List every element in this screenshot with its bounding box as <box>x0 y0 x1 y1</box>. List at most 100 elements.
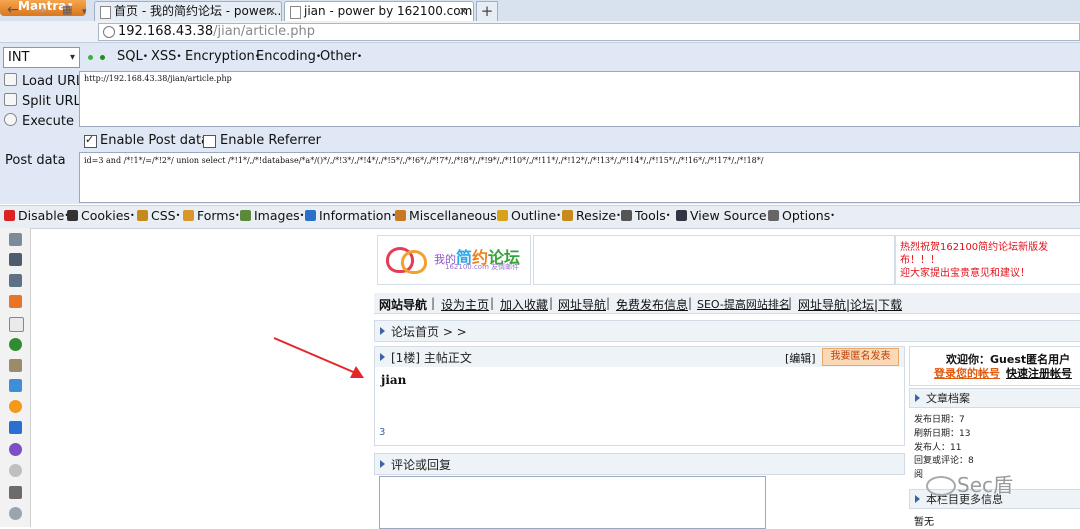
devtool-tools[interactable]: Tools• <box>621 209 671 223</box>
back-icon[interactable]: ← <box>7 2 19 18</box>
post-data-textarea[interactable]: id=3 and /*!1*/=/*!2*/ union select /*!1… <box>79 152 1080 203</box>
rss-icon[interactable] <box>9 295 22 308</box>
enable-post-checkbox[interactable] <box>84 133 97 148</box>
new-tab-button[interactable]: + <box>476 1 498 21</box>
devtool-images[interactable]: Images• <box>240 209 304 223</box>
devtool-resize[interactable]: Resize• <box>562 209 621 223</box>
archive-item: 阅 <box>914 470 924 480</box>
watermark: Sec盾 <box>957 473 1013 497</box>
close-icon[interactable]: ✕ <box>459 2 468 21</box>
nav-url-guide[interactable]: 网址导航 <box>558 296 606 313</box>
menu-encoding[interactable]: Encoding• <box>256 49 321 65</box>
tab-home[interactable]: 首页 - 我的简约论坛 - power... ✕ <box>94 1 282 22</box>
dropdown-caret-icon: • <box>299 211 305 220</box>
tab-article[interactable]: jian - power by 162100.com ✕ <box>284 1 474 22</box>
devtool-cookies[interactable]: Cookies• <box>67 209 135 223</box>
status-dot-icon <box>88 55 93 60</box>
devtool-label: Information <box>319 208 392 223</box>
menu-sql[interactable]: SQL• <box>117 49 148 65</box>
menu-xss[interactable]: XSS• <box>151 49 182 65</box>
breadcrumb-text[interactable]: 论坛首页 > > <box>391 323 467 340</box>
devtool-miscellaneous[interactable]: Miscellaneous• <box>395 209 501 223</box>
url-bar[interactable]: 192.168.43.38/jian/article.php <box>98 23 1080 41</box>
nav-set-home[interactable]: 设为主页 <box>441 296 489 313</box>
link-icon[interactable] <box>9 359 22 372</box>
devtool-options[interactable]: Options• <box>768 209 835 223</box>
devtool-disable[interactable]: Disable• <box>4 209 69 223</box>
archive-item: 回复或评论：8 <box>914 456 974 466</box>
wechat-icon <box>926 476 956 496</box>
archive-title: 文章档案 <box>926 392 970 405</box>
forward-icon[interactable]: → <box>34 2 46 18</box>
page-icon <box>100 6 111 19</box>
login-link[interactable]: 登录您的帐号 <box>934 365 1000 381</box>
triangle-bullet-icon <box>380 353 385 361</box>
devtool-information[interactable]: Information• <box>305 209 396 223</box>
nav-add-favorite[interactable]: 加入收藏 <box>500 296 548 313</box>
disable-icon <box>4 210 15 221</box>
devtool-view-source[interactable]: View Source• <box>676 209 771 223</box>
info-icon[interactable] <box>9 317 24 332</box>
bulb-icon[interactable] <box>9 507 22 520</box>
filter-icon[interactable] <box>9 379 22 392</box>
post-data-label: Post data <box>5 153 66 168</box>
archive-item: 刷新日期：13 <box>914 429 971 439</box>
url-textarea[interactable]: http://192.168.43.38/jian/article.php <box>79 71 1080 127</box>
gear-icon[interactable] <box>9 443 22 456</box>
more-info-empty: 暂无 <box>914 517 934 528</box>
options-icon <box>768 210 779 221</box>
nav-separator: | <box>549 296 554 310</box>
devtool-css[interactable]: CSS• <box>137 209 180 223</box>
miscellaneous-icon <box>395 210 406 221</box>
type-select-value: INT <box>8 50 30 65</box>
devtool-forms[interactable]: Forms• <box>183 209 240 223</box>
globe-icon[interactable] <box>9 338 22 351</box>
nav-url-forum-download[interactable]: 网址导航|论坛|下载 <box>798 296 902 313</box>
chevron-down-icon[interactable]: ▾ <box>82 4 87 20</box>
view-source-icon <box>676 210 687 221</box>
user-icon[interactable] <box>9 421 22 434</box>
forms-icon <box>183 210 194 221</box>
dropdown-caret-icon: • <box>175 211 181 220</box>
post-body <box>374 367 905 446</box>
puzzle-icon[interactable] <box>9 253 22 266</box>
download-icon[interactable] <box>9 274 22 287</box>
split-url-button[interactable]: Split URL <box>4 93 81 110</box>
reply-textarea[interactable] <box>379 476 766 529</box>
execute-button[interactable]: Execute <box>4 113 74 130</box>
globe-icon <box>103 26 115 38</box>
menu-other[interactable]: Other• <box>320 49 362 65</box>
type-select[interactable]: INT ▾ <box>3 47 80 68</box>
close-icon[interactable]: ✕ <box>267 2 276 21</box>
reply-header-title: 评论或回复 <box>391 458 452 472</box>
edit-link[interactable]: [编辑] <box>785 350 816 366</box>
devtool-label: CSS <box>151 208 176 223</box>
post-header-title: [1楼] 主帖正文 <box>391 351 472 365</box>
nav-site-guide[interactable]: 网站导航 <box>379 296 427 313</box>
nav-separator: | <box>490 296 495 310</box>
nav-free-post[interactable]: 免费发布信息 <box>616 296 688 313</box>
menu-encryption[interactable]: Encryption• <box>185 49 260 65</box>
devtool-label: Disable <box>18 208 65 223</box>
devtool-label: Outline <box>511 208 557 223</box>
firefox-icon[interactable] <box>9 400 22 413</box>
devtool-label: View Source <box>690 208 767 223</box>
tools-icon <box>621 210 632 221</box>
grid-icon[interactable]: ▦ <box>62 2 72 18</box>
tab-label: jian - power by 162100.com <box>304 4 473 18</box>
nav-seo[interactable]: SEO-提高网站排名 <box>697 296 790 312</box>
register-link[interactable]: 快速注册帐号 <box>1006 365 1072 381</box>
cookies-icon <box>67 210 78 221</box>
screenshot-icon[interactable] <box>9 233 22 246</box>
css-icon <box>137 210 148 221</box>
triangle-bullet-icon <box>915 394 920 402</box>
devtool-label: Resize <box>576 208 617 223</box>
devtool-outline[interactable]: Outline• <box>497 209 561 223</box>
anonymous-post-button[interactable]: 我要匿名发表 <box>822 348 899 366</box>
load-url-button[interactable]: Load URL <box>4 73 83 90</box>
dropdown-caret-icon: • <box>830 211 835 220</box>
devtool-label: Forms <box>197 208 236 223</box>
settings-icon[interactable] <box>9 464 22 477</box>
calculator-icon[interactable] <box>9 486 22 499</box>
enable-referrer-checkbox[interactable] <box>203 135 216 148</box>
